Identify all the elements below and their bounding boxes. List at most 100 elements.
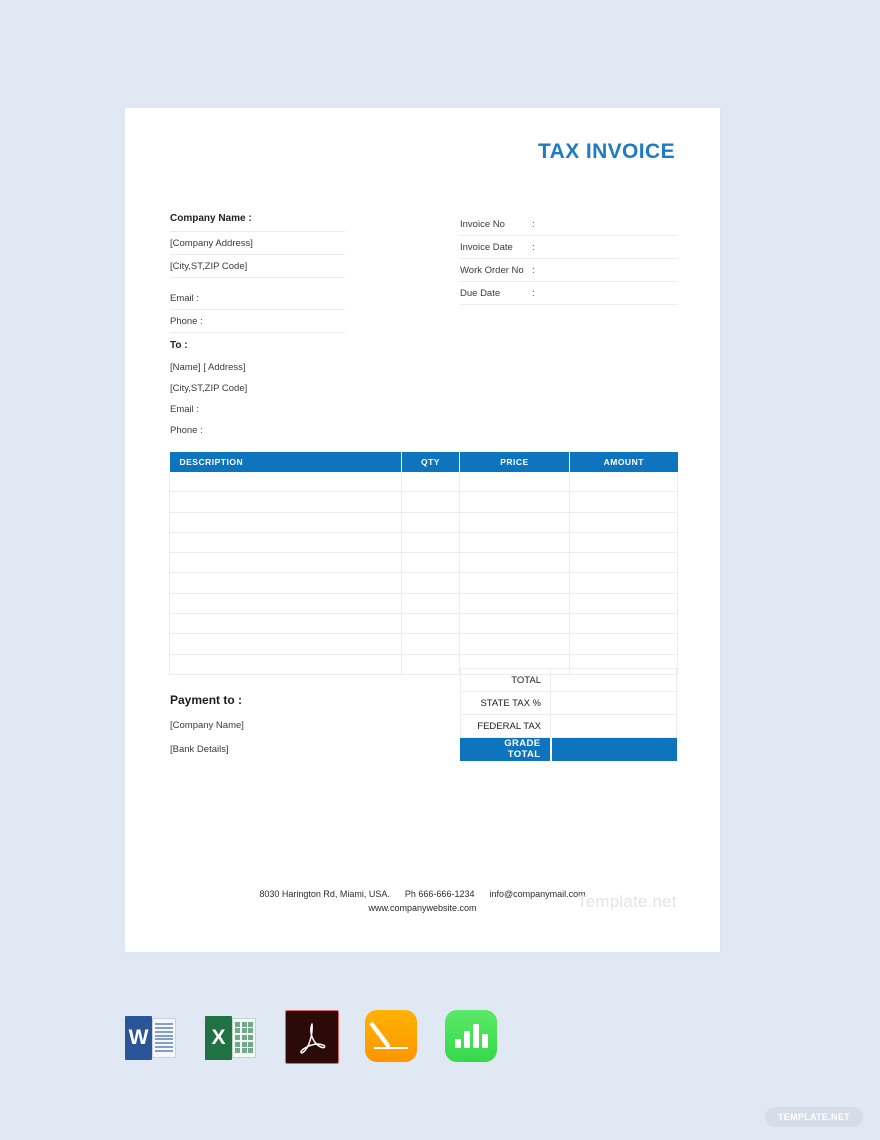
item-cell-qty[interactable]: [401, 491, 460, 513]
grand-total-value[interactable]: [550, 737, 677, 761]
item-cell-amount[interactable]: [569, 572, 678, 594]
item-cell-price[interactable]: [459, 593, 570, 615]
table-row: [169, 552, 678, 574]
item-cell-qty[interactable]: [401, 532, 460, 554]
meta-row-due-date: Due Date :: [460, 282, 678, 305]
item-cell-description[interactable]: [169, 633, 402, 655]
meta-colon: :: [532, 241, 535, 253]
item-cell-qty[interactable]: [401, 472, 460, 493]
item-cell-description[interactable]: [169, 491, 402, 513]
pages-icon: [365, 1010, 417, 1062]
item-cell-price[interactable]: [459, 472, 570, 493]
table-row: [169, 572, 678, 594]
bill-to-name-address: [Name] [ Address]: [170, 362, 246, 373]
excel-letter: X: [205, 1015, 232, 1060]
page-footer: 8030 Harington Rd, Miami, USA. Ph 666-66…: [125, 888, 720, 916]
state-tax-value[interactable]: [550, 691, 677, 715]
footer-website: www.companywebsite.com: [368, 902, 477, 913]
format-numbers-button[interactable]: [445, 1010, 500, 1065]
item-cell-qty[interactable]: [401, 593, 460, 615]
bill-to-title: To :: [170, 340, 188, 351]
company-phone-label: Phone :: [170, 310, 345, 333]
word-icon: W: [125, 1010, 180, 1065]
invoice-meta-block: Invoice No : Invoice Date : Work Order N…: [460, 213, 678, 305]
company-email-label: Email :: [170, 287, 345, 310]
item-cell-amount[interactable]: [569, 512, 678, 533]
table-row: [169, 532, 678, 554]
footer-contact-line: 8030 Harington Rd, Miami, USA. Ph 666-66…: [125, 888, 720, 902]
item-cell-qty[interactable]: [401, 613, 460, 635]
item-cell-price[interactable]: [459, 572, 570, 594]
item-cell-qty[interactable]: [401, 654, 460, 675]
meta-colon: :: [532, 264, 535, 276]
company-name-label: Company Name :: [170, 213, 345, 232]
meta-label: Invoice Date: [460, 241, 513, 253]
item-cell-description[interactable]: [169, 654, 402, 675]
pen-shape: [369, 1021, 391, 1049]
item-cell-price[interactable]: [459, 552, 570, 574]
federal-tax-value[interactable]: [550, 714, 677, 738]
item-cell-description[interactable]: [169, 613, 402, 635]
item-cell-description[interactable]: [169, 552, 402, 574]
state-tax-label: STATE TAX %: [460, 691, 551, 715]
footer-phone: Ph 666-666-1234: [404, 889, 475, 899]
item-cell-description[interactable]: [169, 472, 402, 493]
footer-email: info@companymail.com: [489, 889, 586, 899]
item-cell-description[interactable]: [169, 532, 402, 554]
item-cell-amount[interactable]: [569, 491, 678, 513]
payment-company-name: [Company Name]: [170, 720, 244, 731]
meta-colon: :: [532, 287, 535, 299]
item-cell-amount[interactable]: [569, 532, 678, 554]
total-value[interactable]: [550, 668, 677, 692]
bill-to-block: To : [Name] [ Address] [City,ST,ZIP Code…: [170, 340, 360, 436]
bill-to-city-state-zip: [City,ST,ZIP Code]: [170, 383, 248, 394]
meta-label: Invoice No: [460, 218, 505, 230]
payment-details-block: Payment to : [Company Name] [Bank Detail…: [170, 693, 370, 768]
item-cell-description[interactable]: [169, 593, 402, 615]
column-header-amount: AMOUNT: [569, 452, 678, 472]
page-title: TAX INVOICE: [537, 140, 675, 163]
federal-tax-label: FEDERAL TAX: [460, 714, 551, 738]
item-cell-price[interactable]: [459, 532, 570, 554]
table-row: [169, 633, 678, 655]
format-excel-button[interactable]: X: [205, 1010, 260, 1065]
item-cell-price[interactable]: [459, 613, 570, 635]
item-cell-qty[interactable]: [401, 512, 460, 533]
excel-icon: X: [205, 1010, 260, 1065]
format-pdf-button[interactable]: [285, 1010, 340, 1065]
item-cell-qty[interactable]: [401, 552, 460, 574]
file-format-icons: W X: [125, 1010, 500, 1065]
item-cell-price[interactable]: [459, 512, 570, 533]
table-row: STATE TAX %: [460, 691, 677, 715]
item-cell-amount[interactable]: [569, 613, 678, 635]
item-cell-price[interactable]: [459, 633, 570, 655]
table-row: [169, 512, 678, 533]
total-label: TOTAL: [460, 668, 551, 692]
item-cell-qty[interactable]: [401, 633, 460, 655]
meta-row-invoice-date: Invoice Date :: [460, 236, 678, 259]
payment-to-title: Payment to :: [170, 693, 243, 707]
bill-to-email-label: Email :: [170, 404, 200, 415]
item-cell-qty[interactable]: [401, 572, 460, 594]
company-spacer: [170, 278, 345, 287]
meta-row-work-order-no: Work Order No :: [460, 259, 678, 282]
invoice-page-sheet: TAX INVOICE Company Name : [Company Addr…: [125, 108, 720, 952]
column-header-qty: QTY: [401, 452, 460, 472]
meta-row-invoice-no: Invoice No :: [460, 213, 678, 236]
item-cell-price[interactable]: [459, 491, 570, 513]
item-cell-description[interactable]: [169, 572, 402, 594]
item-cell-amount[interactable]: [569, 633, 678, 655]
item-cell-amount[interactable]: [569, 593, 678, 615]
template-net-badge[interactable]: TEMPLATE.NET: [765, 1107, 863, 1127]
items-body: [169, 472, 678, 675]
format-word-button[interactable]: W: [125, 1010, 180, 1065]
grand-total-row: GRADE TOTAL: [460, 737, 677, 761]
item-cell-amount[interactable]: [569, 472, 678, 493]
item-cell-description[interactable]: [169, 512, 402, 533]
format-pages-button[interactable]: [365, 1010, 420, 1065]
items-header-row: DESCRIPTION QTY PRICE AMOUNT: [169, 452, 678, 472]
excel-grid: [232, 1017, 256, 1058]
item-cell-amount[interactable]: [569, 552, 678, 574]
pdf-icon: [285, 1010, 339, 1064]
column-header-price: PRICE: [459, 452, 570, 472]
